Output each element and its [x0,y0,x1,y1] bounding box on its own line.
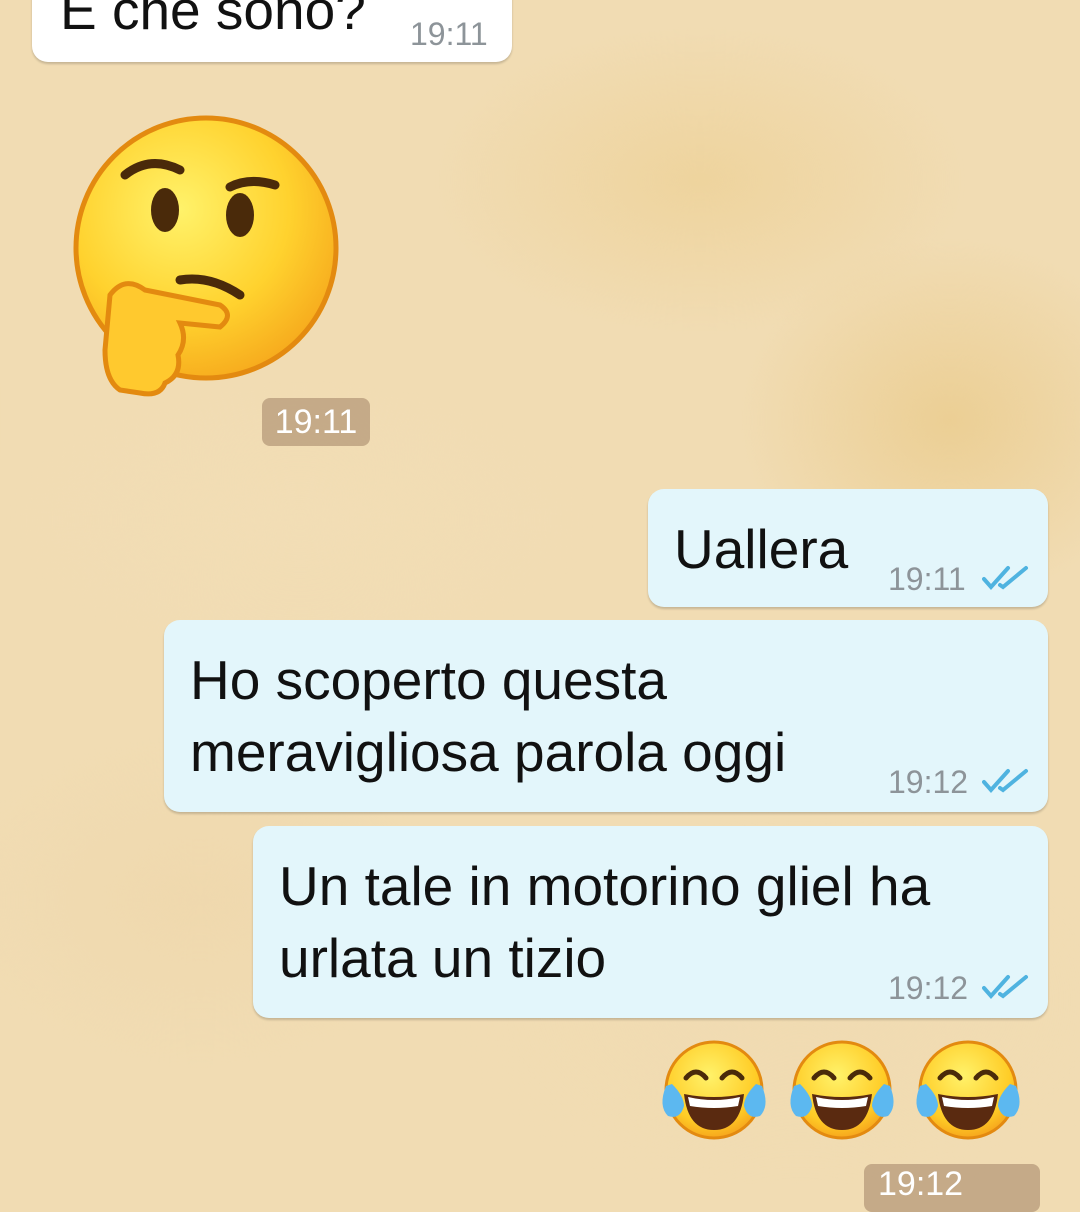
message-text-line-1: Ho scoperto questa [190,649,667,711]
message-text-line-1: Un tale in motorino gliel ha [279,855,931,917]
sticker-time: 19:11 [262,398,370,446]
outgoing-message-bubble[interactable]: Ho scoperto questa meravigliosa parola o… [164,620,1048,812]
message-text-line-2: meravigliosa parola oggi [190,721,787,783]
message-time: 19:12 [888,970,969,1006]
double-check-icon [982,566,1028,591]
emoji-message-time: 19:12 [864,1164,1040,1212]
thinking-face-emoji[interactable] [70,115,350,400]
incoming-message-bubble[interactable]: E che sono? 19:11 [32,0,512,62]
face-with-tears-of-joy-emoji [916,1040,1020,1140]
face-with-tears-of-joy-emoji [790,1040,894,1140]
outgoing-message-bubble[interactable]: Un tale in motorino gliel ha urlata un t… [253,826,1048,1018]
message-time: 19:12 [878,1165,964,1203]
message-time: 19:11 [888,561,966,597]
outgoing-message-bubble[interactable]: Uallera 19:11 [648,489,1048,607]
message-text-line-2: urlata un tizio [279,927,607,989]
double-check-icon [982,975,1028,1000]
message-time: 19:11 [410,16,488,52]
emoji-message[interactable] [650,1040,1040,1150]
message-time: 19:12 [888,764,969,800]
double-check-icon [982,769,1028,794]
message-text: Uallera [674,518,849,580]
message-text: E che sono? [60,0,366,41]
face-with-tears-of-joy-emoji [662,1040,766,1140]
